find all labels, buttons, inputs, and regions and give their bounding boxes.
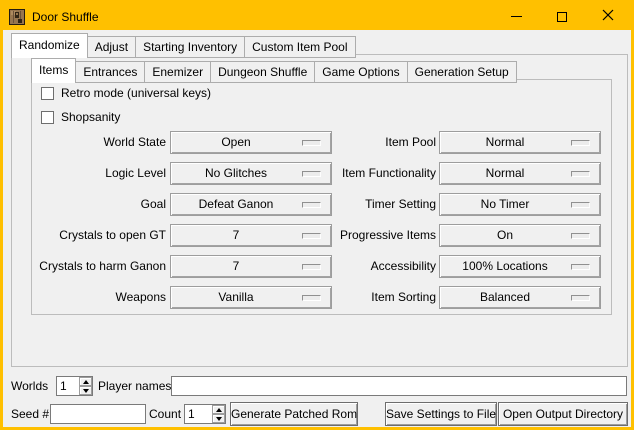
item-sorting-value: Balanced — [440, 290, 570, 304]
tab-adjust[interactable]: Adjust — [87, 36, 136, 58]
maximize-icon — [557, 12, 567, 22]
tab-entrances[interactable]: Entrances — [75, 61, 145, 83]
tab-starting-inventory[interactable]: Starting Inventory — [135, 36, 245, 58]
door-icon — [9, 9, 25, 25]
save-settings-button[interactable]: Save Settings to File — [385, 402, 497, 426]
item-pool-label: Item Pool — [273, 135, 436, 149]
worlds-spin-buttons — [79, 377, 92, 395]
dropdown-indicator-icon — [571, 140, 590, 146]
worlds-input[interactable] — [57, 377, 79, 395]
app-window: Door Shuffle Randomize Adjust — [0, 0, 634, 430]
retro-mode-checkbox[interactable] — [41, 87, 54, 100]
worlds-spin-down[interactable] — [79, 386, 92, 395]
retro-mode-row: Retro mode (universal keys) — [41, 86, 211, 100]
dropdown-indicator-icon — [571, 233, 590, 239]
crystals-ganon-label: Crystals to harm Ganon — [11, 259, 166, 273]
shopsanity-row: Shopsanity — [41, 110, 120, 124]
dropdown-indicator-icon — [571, 171, 590, 177]
progressive-items-dropdown[interactable]: On — [439, 224, 601, 247]
option-row: Crystals to open GT 7 Progressive Items … — [3, 224, 631, 247]
dropdown-indicator-icon — [571, 264, 590, 270]
count-spin-buttons — [212, 405, 225, 423]
tab-dungeon-shuffle[interactable]: Dungeon Shuffle — [210, 61, 315, 83]
close-icon — [602, 9, 614, 24]
crystals-gt-label: Crystals to open GT — [11, 228, 166, 242]
seed-input[interactable] — [50, 404, 146, 424]
timer-setting-dropdown[interactable]: No Timer — [439, 193, 601, 216]
option-row: World State Open Item Pool Normal — [3, 131, 631, 154]
outer-tab-strip: Randomize Adjust Starting Inventory Cust… — [11, 33, 355, 58]
option-row: Crystals to harm Ganon 7 Accessibility 1… — [3, 255, 631, 278]
weapons-label: Weapons — [11, 290, 166, 304]
timer-setting-label: Timer Setting — [273, 197, 436, 211]
seed-label: Seed # — [11, 407, 49, 421]
tab-enemizer[interactable]: Enemizer — [144, 61, 211, 83]
tab-generation-setup[interactable]: Generation Setup — [407, 61, 517, 83]
dropdown-indicator-icon — [571, 295, 590, 301]
accessibility-dropdown[interactable]: 100% Locations — [439, 255, 601, 278]
progressive-items-value: On — [440, 228, 570, 242]
logic-level-label: Logic Level — [11, 166, 166, 180]
shopsanity-label: Shopsanity — [61, 110, 120, 124]
minimize-icon — [511, 16, 522, 17]
worlds-spinbox — [56, 376, 93, 396]
close-button[interactable] — [585, 3, 631, 30]
window-title: Door Shuffle — [32, 10, 99, 24]
shopsanity-checkbox[interactable] — [41, 111, 54, 124]
inner-tab-strip: Items Entrances Enemizer Dungeon Shuffle… — [31, 58, 516, 83]
maximize-button[interactable] — [539, 3, 585, 30]
tab-game-options[interactable]: Game Options — [314, 61, 407, 83]
player-names-label: Player names — [98, 379, 171, 393]
retro-mode-label: Retro mode (universal keys) — [61, 86, 211, 100]
worlds-label: Worlds — [11, 379, 48, 393]
arrow-down-icon — [83, 389, 89, 393]
item-functionality-label: Item Functionality — [273, 166, 436, 180]
world-state-label: World State — [11, 135, 166, 149]
tab-randomize[interactable]: Randomize — [11, 33, 88, 58]
progressive-items-label: Progressive Items — [273, 228, 436, 242]
option-row: Goal Defeat Ganon Timer Setting No Timer — [3, 193, 631, 216]
arrow-up-icon — [216, 408, 222, 412]
minimize-button[interactable] — [493, 3, 539, 30]
count-spinbox — [184, 404, 226, 424]
option-row: Weapons Vanilla Item Sorting Balanced — [3, 286, 631, 309]
arrow-up-icon — [83, 380, 89, 384]
window-controls — [493, 3, 631, 30]
client-area: Randomize Adjust Starting Inventory Cust… — [3, 30, 631, 427]
item-pool-dropdown[interactable]: Normal — [439, 131, 601, 154]
tab-items[interactable]: Items — [31, 58, 76, 83]
count-spin-up[interactable] — [212, 405, 225, 414]
count-label: Count — [149, 407, 181, 421]
player-names-input[interactable] — [171, 376, 627, 396]
dropdown-indicator-icon — [571, 202, 590, 208]
count-spin-down[interactable] — [212, 414, 225, 423]
item-sorting-label: Item Sorting — [273, 290, 436, 304]
count-input[interactable] — [185, 405, 212, 423]
open-output-directory-button[interactable]: Open Output Directory — [498, 402, 628, 426]
option-row: Logic Level No Glitches Item Functionali… — [3, 162, 631, 185]
worlds-spin-up[interactable] — [79, 377, 92, 386]
titlebar: Door Shuffle — [3, 3, 631, 30]
tab-custom-item-pool[interactable]: Custom Item Pool — [244, 36, 355, 58]
arrow-down-icon — [216, 417, 222, 421]
accessibility-value: 100% Locations — [440, 259, 570, 273]
item-functionality-dropdown[interactable]: Normal — [439, 162, 601, 185]
item-functionality-value: Normal — [440, 166, 570, 180]
item-pool-value: Normal — [440, 135, 570, 149]
item-sorting-dropdown[interactable]: Balanced — [439, 286, 601, 309]
goal-label: Goal — [11, 197, 166, 211]
accessibility-label: Accessibility — [273, 259, 436, 273]
generate-patched-rom-button[interactable]: Generate Patched Rom — [230, 402, 358, 426]
timer-setting-value: No Timer — [440, 197, 570, 211]
